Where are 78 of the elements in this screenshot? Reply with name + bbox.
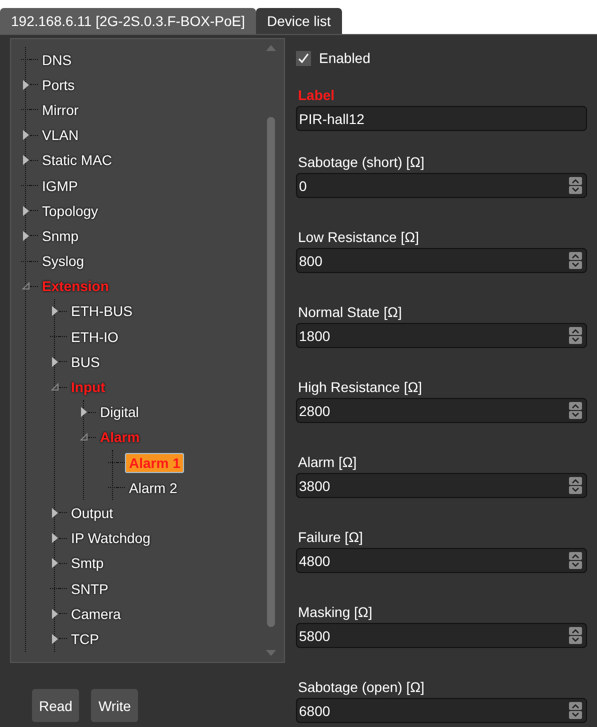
spin-up-button[interactable] [569,627,582,635]
tree-item[interactable]: Digital [96,402,143,422]
spin-up-button[interactable] [569,402,582,410]
number-field[interactable]: 0 [296,173,587,198]
number-field[interactable]: 800 [296,248,587,273]
tree-item[interactable]: BUS [67,352,104,372]
expand-arrow-icon[interactable] [52,356,58,367]
expand-arrow-icon[interactable] [52,306,58,316]
tree-item[interactable]: Snmp [38,226,83,246]
field-label: Low Resistance [Ω] [297,228,420,245]
checkbox-label: Enabled [319,50,370,66]
field-label: Failure [Ω] [297,528,364,545]
field-label: Normal State [Ω] [297,303,403,320]
spin-down-button[interactable] [569,486,582,494]
tree-item[interactable]: ETH-BUS [67,301,136,322]
spin-down-button[interactable] [569,561,582,569]
expand-arrow-icon[interactable] [52,558,58,568]
tree-item[interactable]: SNTP [67,578,112,599]
tree-item[interactable]: Smtp [67,553,108,574]
action-button[interactable]: Write [91,689,138,722]
number-field[interactable]: 1800 [296,323,587,348]
expand-arrow-icon[interactable] [52,508,58,518]
field-label: Alarm [Ω] [297,453,358,470]
collapse-arrow-icon[interactable] [80,433,88,442]
field-label: Masking [Ω] [297,603,374,620]
number-field[interactable]: 4800 [296,548,587,573]
action-button[interactable]: Read [32,689,80,722]
spin-up-button[interactable] [569,552,582,560]
number-field[interactable]: 6800 [296,698,587,723]
expand-arrow-icon[interactable] [22,206,28,216]
spin-down-button[interactable] [569,411,582,419]
spin-down-button[interactable] [569,261,582,269]
checkmark-icon [298,52,309,64]
spin-up-button[interactable] [569,327,582,335]
expand-arrow-icon[interactable] [52,608,58,619]
field-label: Sabotage (short) [Ω] [297,153,426,170]
number-field[interactable]: 5800 [296,623,587,648]
tab[interactable]: 192.168.6.11 [2G-2S.0.3.F-BOX-PoE] [0,8,256,34]
spin-down-button[interactable] [569,711,582,719]
tree-item[interactable]: IGMP [38,176,82,196]
tree-item[interactable]: Mirror [38,100,83,120]
tree-item[interactable]: Ports [38,74,79,95]
tree-item[interactable]: Output [67,502,118,523]
field-label: Label [297,87,336,103]
tree-item[interactable]: VLAN [38,125,83,146]
number-field[interactable]: 2800 [296,398,587,423]
tree-item[interactable]: Syslog [38,251,88,272]
expand-arrow-icon[interactable] [80,407,86,418]
checkbox[interactable] [296,50,311,66]
text-field[interactable]: PIR-hall12 [296,106,587,131]
tree-item[interactable]: ETH-IO [67,326,122,347]
collapse-arrow-icon[interactable] [50,383,58,392]
expand-arrow-icon[interactable] [52,634,58,644]
expand-arrow-icon[interactable] [22,80,28,90]
field-label: High Resistance [Ω] [297,378,424,395]
tree-item[interactable]: TCP [67,628,103,649]
tree-item[interactable]: Camera [67,604,125,624]
spin-down-button[interactable] [569,186,582,194]
tab[interactable]: Device list [256,8,342,34]
expand-arrow-icon[interactable] [52,533,58,544]
spin-up-button[interactable] [569,477,582,485]
collapse-arrow-icon[interactable] [22,282,30,290]
spin-up-button[interactable] [569,702,582,710]
expand-arrow-icon[interactable] [22,130,28,140]
spin-up-button[interactable] [569,252,582,260]
spin-up-button[interactable] [569,177,582,185]
number-field[interactable]: 3800 [296,473,587,498]
tree-item[interactable]: Alarm 2 [125,478,182,498]
tree-item[interactable]: IP Watchdog [67,528,154,548]
expand-arrow-icon[interactable] [22,230,28,241]
tree-item[interactable]: Static MAC [38,150,116,170]
expand-arrow-icon[interactable] [22,155,28,166]
spin-down-button[interactable] [569,636,582,644]
field-label: Sabotage (open) [Ω] [297,678,426,695]
tree-item[interactable]: Topology [38,200,102,221]
spin-down-button[interactable] [569,336,582,344]
tree-item[interactable]: DNS [38,50,76,70]
scrollbar-thumb[interactable] [267,117,275,627]
